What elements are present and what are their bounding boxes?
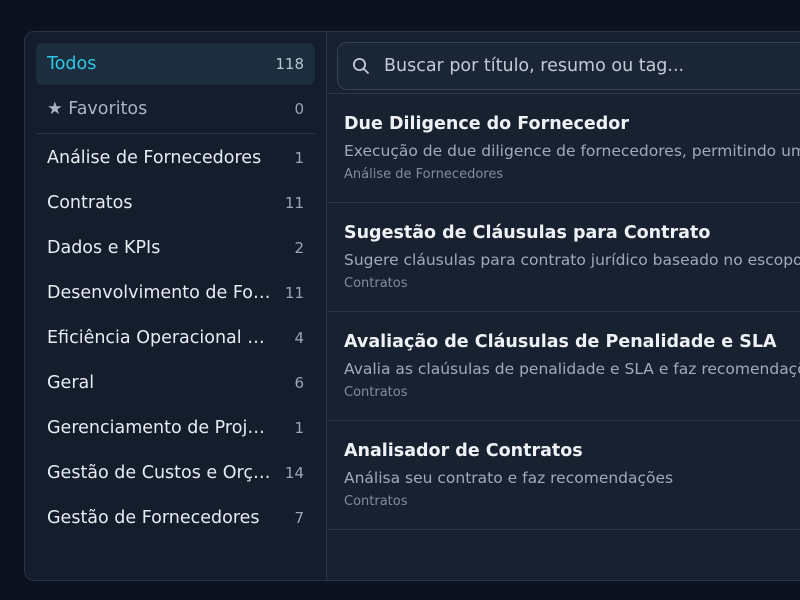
category-item[interactable]: Gerenciamento de Projetos 1 bbox=[36, 407, 315, 449]
prompt-list-area: Due Diligence do Fornecedor Execução de … bbox=[327, 32, 800, 580]
category-label: Todos bbox=[47, 54, 97, 74]
category-favorites[interactable]: ★ Favoritos 0 bbox=[36, 88, 315, 130]
prompt-description: Execução de due diligence de fornecedore… bbox=[344, 142, 800, 160]
category-count: 2 bbox=[294, 239, 304, 257]
category-label: Gerenciamento de Projetos bbox=[47, 418, 272, 438]
category-label: Desenvolvimento de Fornecedores bbox=[47, 283, 272, 303]
prompt-tag: Contratos bbox=[344, 494, 408, 509]
category-label: Eficiência Operacional de Compras bbox=[47, 328, 272, 348]
prompt-tag: Contratos bbox=[344, 385, 408, 400]
prompt-description: Análisa seu contrato e faz recomendações bbox=[344, 469, 674, 487]
category-label: ★ Favoritos bbox=[47, 99, 148, 119]
category-item[interactable]: Dados e KPIs 2 bbox=[36, 227, 315, 269]
sidebar-divider bbox=[36, 133, 315, 134]
category-count: 1 bbox=[294, 149, 304, 167]
prompt-title: Sugestão de Cláusulas para Contrato bbox=[344, 223, 711, 243]
search-icon bbox=[353, 58, 369, 74]
prompt-tag: Análise de Fornecedores bbox=[344, 167, 504, 182]
category-label: Dados e KPIs bbox=[47, 238, 161, 258]
category-count: 4 bbox=[294, 329, 304, 347]
category-label: Contratos bbox=[47, 193, 133, 213]
category-item[interactable]: Desenvolvimento de Fornecedores 11 bbox=[36, 272, 315, 314]
category-label: Análise de Fornecedores bbox=[47, 148, 262, 168]
prompt-card[interactable]: Avaliação de Cláusulas de Penalidade e S… bbox=[327, 312, 800, 421]
category-count: 0 bbox=[294, 100, 304, 118]
prompt-title: Avaliação de Cláusulas de Penalidade e S… bbox=[344, 332, 777, 352]
prompt-tag: Contratos bbox=[344, 276, 408, 291]
category-count: 11 bbox=[284, 284, 304, 302]
category-count: 1 bbox=[294, 419, 304, 437]
category-item[interactable]: Gestão de Custos e Orçamento 14 bbox=[36, 452, 315, 494]
category-all[interactable]: Todos 118 bbox=[36, 43, 315, 85]
prompt-description: Avalia as claúsulas de penalidade e SLA … bbox=[344, 360, 800, 378]
prompt-card[interactable]: Due Diligence do Fornecedor Execução de … bbox=[327, 94, 800, 203]
category-count: 11 bbox=[284, 194, 304, 212]
category-count: 118 bbox=[275, 55, 304, 73]
category-label: Gestão de Fornecedores bbox=[47, 508, 260, 528]
prompt-card[interactable]: Analisador de Contratos Análisa seu cont… bbox=[327, 421, 800, 530]
search-box[interactable] bbox=[337, 42, 800, 90]
category-item[interactable]: Análise de Fornecedores 1 bbox=[36, 137, 315, 179]
category-sidebar: Todos 118 ★ Favoritos 0 Análise de Forne… bbox=[25, 32, 327, 580]
search-bar bbox=[327, 32, 800, 94]
prompt-description: Sugere cláusulas para contrato jurídico … bbox=[344, 251, 800, 269]
category-label: Gestão de Custos e Orçamento bbox=[47, 463, 272, 483]
category-item[interactable]: Gestão de Fornecedores 7 bbox=[36, 497, 315, 539]
prompt-library-panel: Todos 118 ★ Favoritos 0 Análise de Forne… bbox=[24, 31, 800, 581]
category-label: Geral bbox=[47, 373, 95, 393]
category-item[interactable]: Contratos 11 bbox=[36, 182, 315, 224]
category-item[interactable]: Eficiência Operacional de Compras 4 bbox=[36, 317, 315, 359]
prompt-title: Due Diligence do Fornecedor bbox=[344, 114, 629, 134]
category-item[interactable]: Geral 6 bbox=[36, 362, 315, 404]
category-count: 14 bbox=[284, 464, 304, 482]
search-input[interactable] bbox=[382, 55, 800, 77]
prompt-title: Analisador de Contratos bbox=[344, 441, 583, 461]
prompt-card[interactable]: Sugestão de Cláusulas para Contrato Suge… bbox=[327, 203, 800, 312]
category-count: 7 bbox=[294, 509, 304, 527]
category-count: 6 bbox=[294, 374, 304, 392]
